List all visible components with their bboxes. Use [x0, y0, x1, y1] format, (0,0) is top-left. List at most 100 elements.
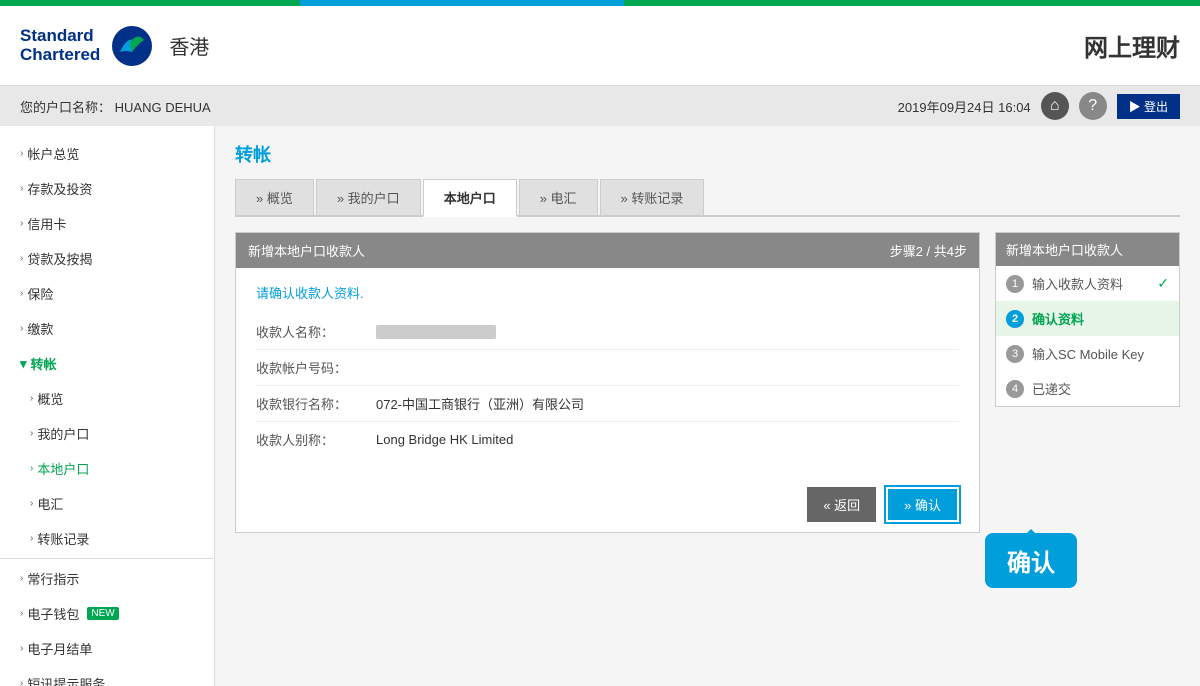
arrow-icon: ›	[30, 428, 33, 439]
arrow-down-icon: ▾	[20, 356, 27, 372]
account-name: HUANG DEHUA	[115, 100, 211, 115]
info-bar: 您的户口名称： HUANG DEHUA 2019年09月24日 16:04 ⌂ …	[0, 86, 1200, 126]
logo-area: Standard Chartered 香港	[20, 24, 209, 68]
header: Standard Chartered 香港 网上理财	[0, 6, 1200, 86]
form-card-header: 新增本地户口收款人 步骤2 / 共4步	[236, 233, 979, 268]
field-value-bank: 072-中国工商银行（亚洲）有限公司	[376, 394, 584, 413]
sidebar-item-ewallet[interactable]: › 电子钱包 NEW	[0, 596, 214, 631]
form-card-body: 请确认收款人资料. 收款人名称： 收款帐户号码： 收款银行名称： 072-中国工…	[236, 268, 979, 472]
steps-panel-title: 新增本地户口收款人	[996, 233, 1179, 266]
step-num-4: 4	[1006, 380, 1024, 398]
steps-panel: 新增本地户口收款人 1 输入收款人资料 ✓ 2 确认资料 3 输入SC Mobi…	[995, 232, 1180, 407]
form-row-account: 收款帐户号码：	[256, 350, 959, 386]
help-button[interactable]: ?	[1079, 92, 1107, 120]
sidebar-item-estatement[interactable]: › 电子月结单	[0, 631, 214, 666]
confirm-prompt: 请确认收款人资料.	[256, 283, 959, 302]
sidebar-item-transfer-overview[interactable]: › 概览	[0, 381, 214, 416]
sidebar-item-insurance[interactable]: › 保险	[0, 276, 214, 311]
step-num-3: 3	[1006, 345, 1024, 363]
form-card-title: 新增本地户口收款人	[248, 241, 365, 260]
sidebar-item-sms[interactable]: › 短讯提示服务	[0, 666, 214, 686]
field-label-account: 收款帐户号码：	[256, 358, 376, 377]
form-row-alias: 收款人别称： Long Bridge HK Limited	[256, 422, 959, 457]
page-title: 转帐	[235, 141, 1180, 167]
sidebar-item-transfer-local[interactable]: › 本地户口	[0, 451, 214, 486]
step-label-4: 已递交	[1032, 379, 1071, 398]
form-row-name: 收款人名称：	[256, 314, 959, 350]
top-bar-green1	[0, 0, 300, 6]
main-layout: › 帐户总览 › 存款及投资 › 信用卡 › 贷款及按揭 › 保险 › 缴款 ▾…	[0, 126, 1200, 686]
step-2: 2 确认资料	[996, 301, 1179, 336]
field-label-name: 收款人名称：	[256, 322, 376, 341]
arrow-icon: ›	[20, 678, 23, 686]
arrow-icon: ›	[20, 288, 23, 299]
top-bar-blue	[300, 0, 624, 6]
field-label-alias: 收款人别称：	[256, 430, 376, 449]
top-bar-green2	[624, 0, 1200, 6]
datetime: 2019年09月24日 16:04	[898, 97, 1031, 116]
arrow-icon: ›	[20, 323, 23, 334]
tab-overview[interactable]: » 概览	[235, 179, 314, 215]
sidebar-item-transfer-myaccount[interactable]: › 我的户口	[0, 416, 214, 451]
hong-kong-label: 香港	[169, 31, 209, 60]
arrow-icon: ›	[20, 643, 23, 654]
step-num-2: 2	[1006, 310, 1024, 328]
account-label: 您的户口名称：	[20, 100, 111, 115]
sidebar-item-payments[interactable]: › 缴款	[0, 311, 214, 346]
sidebar-item-transfer[interactable]: ▾ 转帐	[0, 346, 214, 381]
step-label-3: 输入SC Mobile Key	[1032, 344, 1144, 363]
arrow-icon: ›	[20, 148, 23, 159]
step-label-1: 输入收款人资料	[1032, 274, 1123, 293]
step-1: 1 输入收款人资料 ✓	[996, 266, 1179, 301]
logo-line2: Chartered	[20, 46, 100, 65]
arrow-icon: ›	[20, 183, 23, 194]
arrow-icon: ›	[30, 533, 33, 544]
home-button[interactable]: ⌂	[1041, 92, 1069, 120]
info-bar-right: 2019年09月24日 16:04 ⌂ ? ▶ 登出	[898, 92, 1180, 120]
field-label-bank: 收款银行名称：	[256, 394, 376, 413]
field-value-name	[376, 325, 496, 339]
sidebar: › 帐户总览 › 存款及投资 › 信用卡 › 贷款及按揭 › 保险 › 缴款 ▾…	[0, 126, 215, 686]
tab-history[interactable]: » 转账记录	[600, 179, 705, 215]
logout-button[interactable]: ▶ 登出	[1117, 94, 1180, 119]
arrow-icon: ›	[20, 573, 23, 584]
sidebar-item-transfer-wire[interactable]: › 电汇	[0, 486, 214, 521]
form-row-bank: 收款银行名称： 072-中国工商银行（亚洲）有限公司	[256, 386, 959, 422]
step-check-1: ✓	[1157, 275, 1169, 292]
arrow-icon: ›	[30, 393, 33, 404]
steps-panel-wrapper: 新增本地户口收款人 1 输入收款人资料 ✓ 2 确认资料 3 输入SC Mobi…	[995, 232, 1180, 533]
tooltip-label: 确认	[1007, 550, 1055, 577]
tab-local[interactable]: 本地户口	[423, 179, 517, 217]
sidebar-item-loans[interactable]: › 贷款及按揭	[0, 241, 214, 276]
arrow-icon: ›	[30, 498, 33, 509]
step-info: 步骤2 / 共4步	[890, 241, 967, 260]
form-card: 新增本地户口收款人 步骤2 / 共4步 请确认收款人资料. 收款人名称： 收款帐…	[235, 232, 980, 533]
form-actions: « 返回 » 确认	[236, 472, 979, 532]
arrow-icon: ›	[30, 463, 33, 474]
arrow-icon: ›	[20, 608, 23, 619]
back-button[interactable]: « 返回	[807, 487, 876, 522]
sidebar-item-deposits[interactable]: › 存款及投资	[0, 171, 214, 206]
arrow-icon: ›	[20, 253, 23, 264]
confirm-button[interactable]: » 确认	[886, 487, 959, 522]
content-area: 转帐 » 概览 » 我的户口 本地户口 » 电汇 » 转账记录 新增本地户口收款…	[215, 126, 1200, 686]
tab-myaccount[interactable]: » 我的户口	[316, 179, 421, 215]
confirm-tooltip: 确认	[985, 533, 1077, 588]
field-value-alias: Long Bridge HK Limited	[376, 432, 513, 447]
tooltip-arrow	[1023, 521, 1039, 537]
sidebar-divider	[0, 558, 214, 559]
sc-bird-icon	[110, 24, 154, 68]
sidebar-item-routine[interactable]: › 常行指示	[0, 561, 214, 596]
nav-title: 网上理财	[1084, 28, 1180, 63]
step-num-1: 1	[1006, 275, 1024, 293]
sidebar-item-credit-card[interactable]: › 信用卡	[0, 206, 214, 241]
step-label-2: 确认资料	[1032, 309, 1084, 328]
new-badge: NEW	[87, 607, 118, 620]
account-info: 您的户口名称： HUANG DEHUA	[20, 97, 211, 116]
tab-bar: » 概览 » 我的户口 本地户口 » 电汇 » 转账记录	[235, 179, 1180, 217]
step-4: 4 已递交	[996, 371, 1179, 406]
tab-wire[interactable]: » 电汇	[519, 179, 598, 215]
sidebar-item-account-overview[interactable]: › 帐户总览	[0, 136, 214, 171]
sidebar-item-transfer-history[interactable]: › 转账记录	[0, 521, 214, 556]
form-and-steps: 新增本地户口收款人 步骤2 / 共4步 请确认收款人资料. 收款人名称： 收款帐…	[235, 232, 1180, 533]
